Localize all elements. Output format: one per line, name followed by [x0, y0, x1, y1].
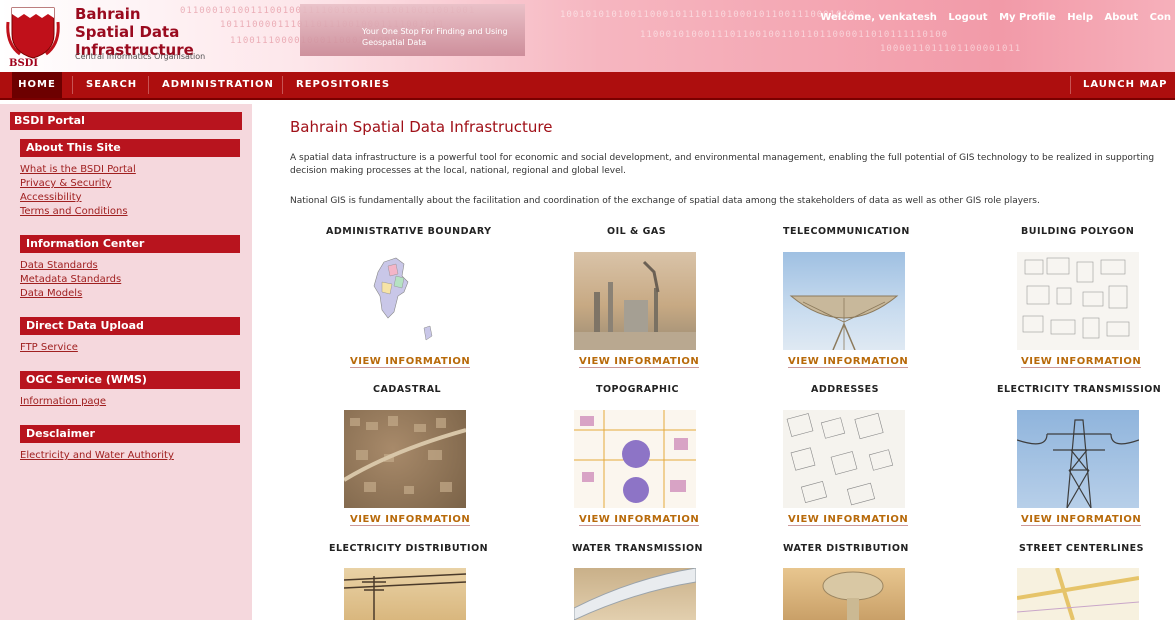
nav-divider [1070, 76, 1071, 94]
sidebar: BSDI Portal About This Site What is the … [0, 104, 252, 620]
bahrain-emblem-icon[interactable] [6, 4, 60, 60]
view-information-link-oil-gas[interactable]: VIEW INFORMATION [579, 356, 700, 368]
my-profile-link[interactable]: My Profile [999, 12, 1056, 23]
view-information-link-administrative-boundary[interactable]: VIEW INFORMATION [350, 356, 471, 368]
sidebar-section-ogc-service: OGC Service (WMS) [20, 371, 240, 389]
binary-decoration: 1100010100011101100100110110110000110101… [640, 30, 949, 40]
nav-launch-map-viewer[interactable]: LAUNCH MAP V [1083, 72, 1175, 116]
sidebar-section-about: About This Site [20, 139, 240, 157]
nav-divider [148, 76, 149, 94]
welcome-text: Welcome, venkatesh [820, 12, 937, 23]
view-information-link-building-polygon[interactable]: VIEW INFORMATION [1021, 356, 1142, 368]
sidebar-section-disclaimer: Desclaimer [20, 425, 240, 443]
category-label-water-transmission: WATER TRANSMISSION [572, 543, 704, 554]
nav-search[interactable]: SEARCH [86, 72, 137, 98]
logo-abbreviation: BSDI [9, 58, 39, 69]
category-label-cadastral: CADASTRAL [373, 384, 442, 395]
view-information-link-topographic[interactable]: VIEW INFORMATION [579, 514, 700, 526]
nav-administration[interactable]: ADMINISTRATION [162, 72, 274, 98]
view-information-link-electricity-transmission[interactable]: VIEW INFORMATION [1021, 514, 1142, 526]
category-label-street-centerlines: STREET CENTERLINES [1019, 543, 1144, 554]
thumbnail-topographic[interactable] [574, 410, 696, 508]
category-label-telecommunication: TELECOMMUNICATION [783, 226, 910, 237]
view-information-link-telecommunication[interactable]: VIEW INFORMATION [788, 356, 909, 368]
sidebar-link-what-is-bsdi[interactable]: What is the BSDI Portal [20, 163, 136, 176]
logout-link[interactable]: Logout [948, 12, 987, 23]
thumbnail-street-centerlines[interactable] [1017, 568, 1139, 620]
organisation-name: Central Informatics Organisation [75, 52, 206, 61]
view-information-link-cadastral[interactable]: VIEW INFORMATION [350, 514, 471, 526]
tagline: Your One Stop For Finding and Using Geos… [362, 27, 508, 47]
site-title[interactable]: Bahrain Spatial Data Infrastructure [75, 5, 205, 59]
sidebar-portal-title: BSDI Portal [10, 112, 242, 130]
sidebar-link-accessibility[interactable]: Accessibility [20, 191, 82, 204]
thumbnail-addresses[interactable] [783, 410, 905, 508]
sidebar-link-data-models[interactable]: Data Models [20, 287, 82, 300]
sidebar-link-information-page[interactable]: Information page [20, 395, 106, 408]
thumbnail-building-polygon[interactable] [1017, 252, 1139, 350]
thumbnail-electricity-distribution[interactable] [344, 568, 466, 620]
category-label-addresses: ADDRESSES [811, 384, 880, 395]
help-link[interactable]: Help [1067, 12, 1093, 23]
nav-divider [72, 76, 73, 94]
site-header: 0110001010011100100111100101001110010011… [0, 0, 1175, 72]
sidebar-link-ftp-service[interactable]: FTP Service [20, 341, 78, 354]
category-label-administrative-boundary: ADMINISTRATIVE BOUNDARY [326, 226, 492, 237]
gis-paragraph: National GIS is fundamentally about the … [290, 196, 1040, 206]
thumbnail-cadastral[interactable] [344, 410, 466, 508]
main-navigation: HOME SEARCH ADMINISTRATION REPOSITORIES … [0, 72, 1175, 116]
category-label-topographic: TOPOGRAPHIC [596, 384, 679, 395]
thumbnail-electricity-transmission[interactable] [1017, 410, 1139, 508]
nav-divider [282, 76, 283, 94]
page-title: Bahrain Spatial Data Infrastructure [290, 118, 553, 136]
thumbnail-telecommunication[interactable] [783, 252, 905, 350]
contact-link[interactable]: Con [1150, 12, 1171, 23]
sidebar-link-electricity-water[interactable]: Electricity and Water Authority [20, 449, 174, 462]
binary-decoration: 1001010101001100010111011010001011001110… [560, 10, 856, 20]
thumbnail-water-transmission[interactable] [574, 568, 696, 620]
sidebar-link-data-standards[interactable]: Data Standards [20, 259, 98, 272]
category-label-building-polygon: BUILDING POLYGON [1021, 226, 1135, 237]
sidebar-link-privacy[interactable]: Privacy & Security [20, 177, 111, 190]
intro-paragraph: A spatial data infrastructure is a power… [290, 153, 1155, 176]
category-label-electricity-distribution: ELECTRICITY DISTRIBUTION [329, 543, 489, 554]
sidebar-section-direct-upload: Direct Data Upload [20, 317, 240, 335]
nav-repositories[interactable]: REPOSITORIES [296, 72, 390, 98]
sidebar-section-information-center: Information Center [20, 235, 240, 253]
sidebar-link-metadata-standards[interactable]: Metadata Standards [20, 273, 121, 286]
category-label-electricity-transmission: ELECTRICITY TRANSMISSION [997, 384, 1162, 395]
thumbnail-water-distribution[interactable] [783, 568, 905, 620]
user-links: Welcome, venkatesh Logout My Profile Hel… [812, 12, 1171, 23]
category-label-oil-gas: OIL & GAS [607, 226, 667, 237]
nav-home[interactable]: HOME [12, 72, 62, 98]
about-link[interactable]: About [1105, 12, 1139, 23]
thumbnail-administrative-boundary[interactable] [344, 252, 466, 350]
category-label-water-distribution: WATER DISTRIBUTION [783, 543, 909, 554]
sidebar-link-terms[interactable]: Terms and Conditions [20, 205, 128, 218]
binary-decoration: 1000011011101100001011 [880, 44, 1022, 54]
view-information-link-addresses[interactable]: VIEW INFORMATION [788, 514, 909, 526]
thumbnail-oil-gas[interactable] [574, 252, 696, 350]
